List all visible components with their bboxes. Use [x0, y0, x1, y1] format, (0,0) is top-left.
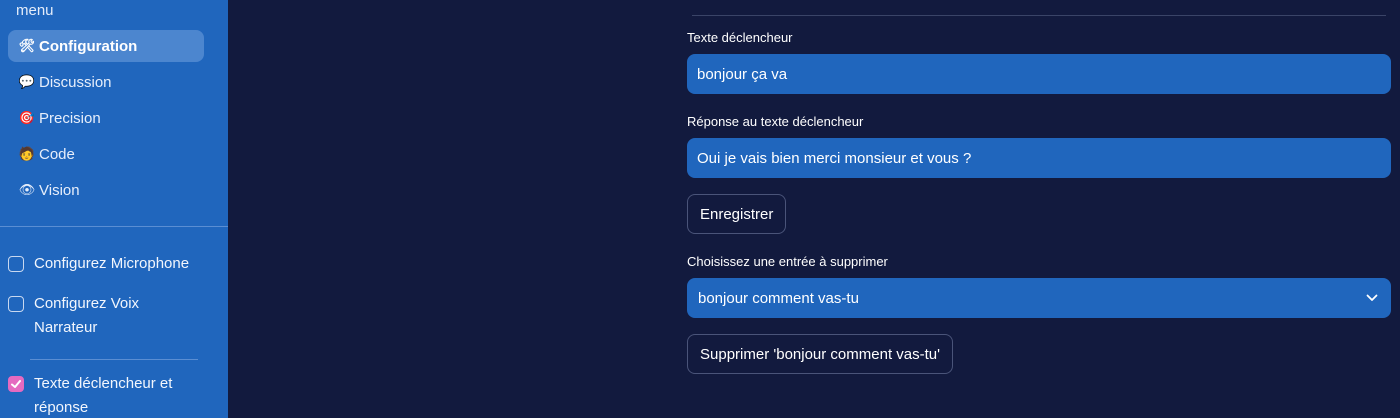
- checkbox-box[interactable]: [8, 296, 24, 312]
- response-text-input[interactable]: Oui je vais bien merci monsieur et vous …: [687, 138, 1391, 178]
- checkbox-box[interactable]: [8, 256, 24, 272]
- person-coding-icon: 🧑: [18, 146, 36, 161]
- trigger-text-label: Texte déclencheur: [687, 30, 793, 45]
- checkbox-label: Texte déclencheur et réponse: [34, 375, 173, 416]
- trigger-text-input[interactable]: bonjour ça va: [687, 54, 1391, 94]
- target-icon: 🎯: [18, 110, 36, 125]
- sidebar-divider: [30, 359, 198, 360]
- sidebar-item-label: Discussion: [39, 73, 112, 91]
- eye-icon: 👁: [18, 182, 36, 197]
- section-divider: [692, 15, 1386, 16]
- delete-select-value: bonjour comment vas-tu: [698, 289, 859, 307]
- checkbox-box-checked[interactable]: [8, 376, 24, 392]
- speech-bubble-icon: 💬: [18, 74, 36, 89]
- tools-icon: 🛠: [18, 38, 36, 53]
- sidebar-divider: [0, 226, 228, 227]
- delete-button[interactable]: Supprimer 'bonjour comment vas-tu': [687, 334, 953, 374]
- sidebar-item-label: Configuration: [39, 37, 138, 55]
- save-button[interactable]: Enregistrer: [687, 194, 787, 234]
- checkbox-label: Configurez Voix Narrateur: [34, 295, 140, 336]
- checkmark-icon: [11, 380, 21, 388]
- checkbox-label: Configurez Microphone: [34, 255, 190, 272]
- sidebar-item-code[interactable]: 🧑 Code: [8, 138, 204, 170]
- sidebar-item-label: Vision: [39, 181, 80, 199]
- checkbox-microphone[interactable]: Configurez Microphone: [8, 252, 194, 276]
- checkbox-voix-narrateur[interactable]: Configurez Voix Narrateur: [8, 292, 194, 340]
- sidebar-item-vision[interactable]: 👁 Vision: [8, 174, 204, 206]
- sidebar-item-label: Code: [39, 145, 75, 163]
- response-text-label: Réponse au texte déclencheur: [687, 114, 864, 129]
- delete-entry-select[interactable]: bonjour comment vas-tu: [687, 278, 1391, 318]
- sidebar-item-configuration[interactable]: 🛠 Configuration: [8, 30, 204, 62]
- sidebar-item-precision[interactable]: 🎯 Precision: [8, 102, 204, 134]
- sidebar-item-discussion[interactable]: 💬 Discussion: [8, 66, 204, 98]
- checkbox-texte-declencheur[interactable]: Texte déclencheur et réponse: [8, 372, 194, 418]
- sidebar: menu 🛠 Configuration 💬 Discussion 🎯 Prec…: [0, 0, 228, 418]
- sidebar-heading: menu: [16, 2, 54, 19]
- delete-select-label: Choisissez une entrée à supprimer: [687, 254, 888, 269]
- sidebar-item-label: Precision: [39, 109, 101, 127]
- chevron-down-icon: [1365, 291, 1379, 305]
